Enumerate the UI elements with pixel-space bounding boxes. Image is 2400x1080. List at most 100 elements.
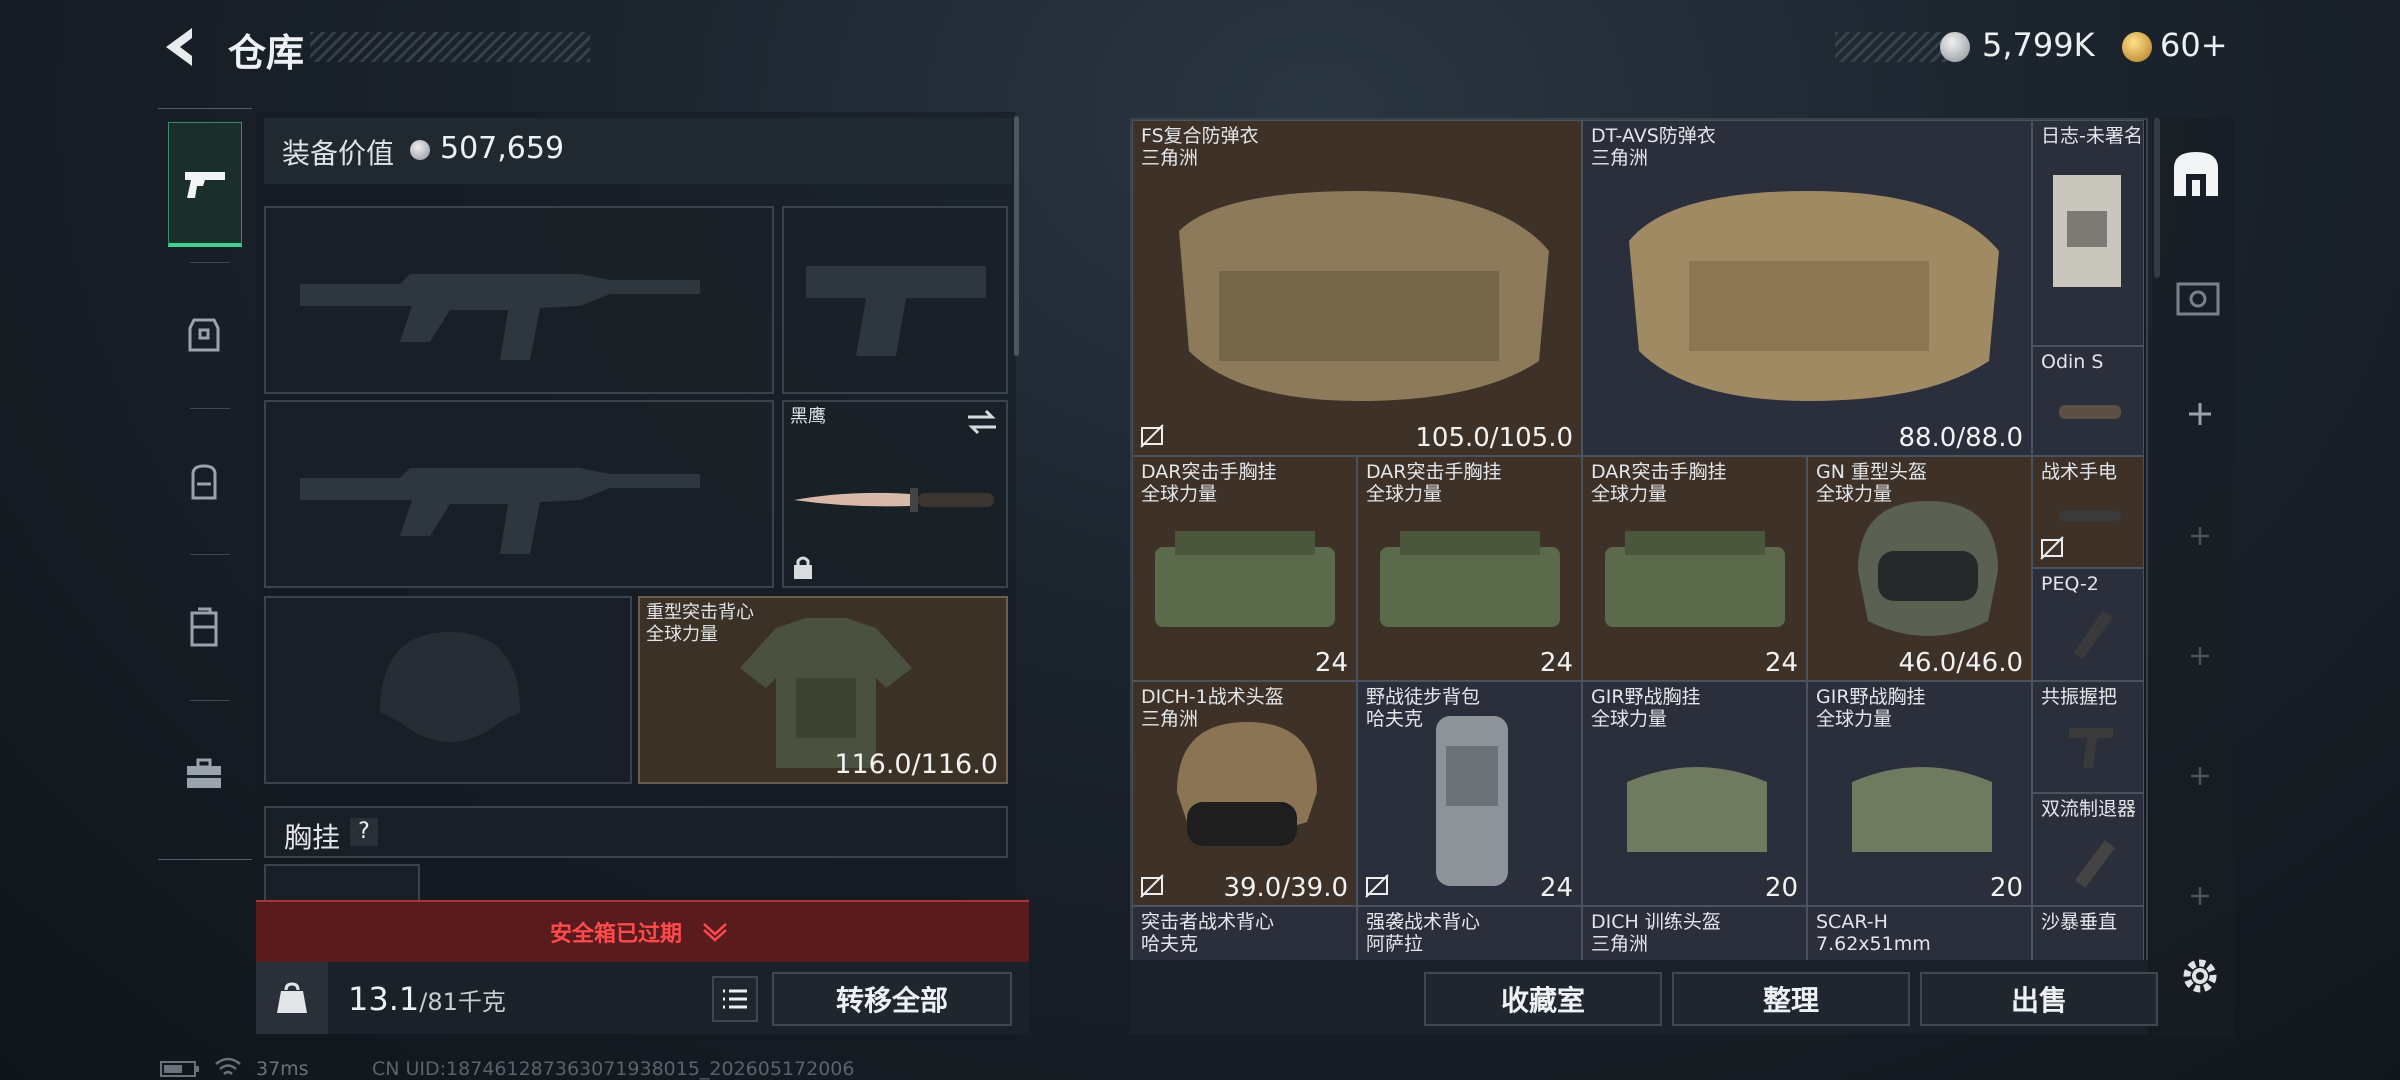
item-field-backpack[interactable]: 野战徒步背包 哈夫克 24 xyxy=(1357,681,1582,906)
tab-weapons[interactable] xyxy=(168,122,242,247)
silver-coin-icon xyxy=(1940,32,1970,62)
armor-durability: 116.0/116.0 xyxy=(834,749,998,780)
item-dich-training-helmet[interactable]: DICH 训练头盔 三角洲 xyxy=(1582,906,1807,962)
item-dich-1-helmet[interactable]: DICH-1战术头盔 三角洲 39.0/39.0 xyxy=(1132,681,1357,906)
battery-icon xyxy=(160,1061,199,1077)
item-peq-2[interactable]: PEQ-2 xyxy=(2032,568,2144,681)
add-tab-button[interactable] xyxy=(2188,884,2212,908)
helmet-icon xyxy=(1177,722,1317,846)
item-resonance-grip[interactable]: 共振握把 xyxy=(2032,681,2144,793)
gold-coin-icon xyxy=(2122,32,2152,62)
item-name: PEQ-2 xyxy=(2041,573,2099,595)
item-gn-helmet[interactable]: GN 重型头盔 全球力量 46.0/46.0 xyxy=(1807,456,2032,681)
armor-vest-icon xyxy=(1629,191,1999,401)
add-tab-button[interactable] xyxy=(2188,644,2212,668)
no-insure-icon xyxy=(1365,874,1389,898)
item-capacity: 24 xyxy=(1539,648,1573,678)
item-sandstorm-vertical[interactable]: 沙暴垂直 xyxy=(2032,906,2144,962)
item-name: 共振握把 xyxy=(2041,686,2118,708)
item-name: SCAR-H 7.62x51mm xyxy=(1816,911,1931,955)
item-scar-h[interactable]: SCAR-H 7.62x51mm xyxy=(1807,906,2032,962)
add-tab-button[interactable] xyxy=(2186,400,2214,428)
item-fs-armor[interactable]: FS复合防弹衣 三角洲 105.0/105.0 xyxy=(1132,120,1582,456)
ping-text: 37ms xyxy=(256,1058,309,1080)
item-assault-vest[interactable]: 突击者战术背心 哈夫克 xyxy=(1132,906,1357,962)
tab-case[interactable] xyxy=(168,568,240,688)
pistol-silhouette-icon xyxy=(806,266,986,356)
melee-slot[interactable]: 黑鹰 xyxy=(782,400,1008,588)
backpack-icon xyxy=(191,464,217,500)
no-insure-icon xyxy=(2040,536,2064,560)
stash-home-tab[interactable] xyxy=(2168,146,2224,202)
gold-currency-amount[interactable]: 60+ xyxy=(2160,26,2228,64)
plus-icon xyxy=(2191,527,2209,545)
equipment-scrollbar[interactable] xyxy=(1014,116,1019,356)
item-name: DICH 训练头盔 三角洲 xyxy=(1591,911,1721,955)
item-raid-vest[interactable]: 强袭战术背心 阿萨拉 xyxy=(1357,906,1582,962)
tab-toolbox[interactable] xyxy=(168,714,240,834)
swap-icon[interactable] xyxy=(966,408,998,436)
sell-button[interactable]: 出售 xyxy=(1920,972,2158,1026)
item-name: Odin S xyxy=(2041,351,2104,373)
item-dual-brake[interactable]: 双流制退器 xyxy=(2032,793,2144,906)
weight-max: /81千克 xyxy=(419,988,506,1016)
pistol-icon xyxy=(185,172,225,198)
primary-weapon-slot[interactable] xyxy=(264,206,774,394)
helmet-icon xyxy=(1858,501,1998,636)
item-name: DAR突击手胸挂 全球力量 xyxy=(1141,461,1277,505)
tab-armor[interactable] xyxy=(168,276,240,396)
vest-icon xyxy=(188,318,220,352)
chest-rig-icon xyxy=(1605,531,1785,627)
add-tab-button[interactable] xyxy=(2188,524,2212,548)
transfer-all-button[interactable]: 转移全部 xyxy=(772,972,1012,1026)
rail-divider xyxy=(190,700,230,701)
stash-tab-lv[interactable] xyxy=(2170,270,2224,320)
list-view-button[interactable] xyxy=(712,976,758,1022)
item-name: DAR突击手胸挂 全球力量 xyxy=(1366,461,1502,505)
secondary-weapon-slot[interactable] xyxy=(264,400,774,588)
item-dar-rig[interactable]: DAR突击手胸挂 全球力量 24 xyxy=(1132,456,1357,681)
case-icon xyxy=(2176,282,2220,316)
back-arrow-icon[interactable] xyxy=(158,24,204,70)
safe-box-expired-banner[interactable]: 安全箱已过期 xyxy=(256,900,1029,962)
item-gir-rig[interactable]: GIR野战胸挂 全球力量 20 xyxy=(1582,681,1807,906)
item-durability: 46.0/46.0 xyxy=(1898,648,2023,678)
add-tab-button[interactable] xyxy=(2188,764,2212,788)
document-icon xyxy=(2053,175,2121,287)
item-dar-rig[interactable]: DAR突击手胸挂 全球力量 24 xyxy=(1357,456,1582,681)
organize-button[interactable]: 整理 xyxy=(1672,972,1910,1026)
scope-icon xyxy=(2059,405,2121,419)
armor-slot[interactable]: 重型突击背心 全球力量 116.0/116.0 xyxy=(638,596,1008,784)
chest-rig-slot[interactable] xyxy=(264,864,420,904)
uid-text: CN UID:187461287363071938015_20260517200… xyxy=(372,1058,855,1080)
tab-backpack[interactable] xyxy=(168,422,240,542)
item-dt-avs-armor[interactable]: DT-AVS防弹衣 三角洲 88.0/88.0 xyxy=(1582,120,2032,456)
item-name: 日志-未署名 xyxy=(2041,125,2143,147)
weight-icon xyxy=(277,982,307,1013)
item-log[interactable]: 日志-未署名 xyxy=(2032,120,2144,346)
item-dar-rig[interactable]: DAR突击手胸挂 全球力量 24 xyxy=(1582,456,1807,681)
backpack-icon xyxy=(1436,716,1508,886)
rifle-silhouette-icon xyxy=(300,468,700,554)
item-gir-rig[interactable]: GIR野战胸挂 全球力量 20 xyxy=(1807,681,2032,906)
item-odin-s[interactable]: Odin S xyxy=(2032,346,2144,456)
grip-icon xyxy=(2069,728,2113,768)
rail-divider xyxy=(190,262,230,263)
chest-rig-label: 胸挂 xyxy=(284,821,341,854)
item-name: GIR野战胸挂 全球力量 xyxy=(1816,686,1926,730)
collection-room-button[interactable]: 收藏室 xyxy=(1424,972,1662,1026)
title-decoration xyxy=(310,32,590,62)
settings-button[interactable] xyxy=(2178,954,2222,998)
page-title: 仓库 xyxy=(228,31,305,75)
gear-icon xyxy=(2183,959,2217,993)
pistol-slot[interactable] xyxy=(782,206,1008,394)
chest-rig-icon xyxy=(1155,531,1335,627)
rifle-silhouette-icon xyxy=(300,274,700,360)
equipment-value-label: 装备价值 xyxy=(282,137,395,170)
muzzle-brake-icon xyxy=(2075,840,2115,888)
item-tactical-flashlight[interactable]: 战术手电 xyxy=(2032,456,2144,568)
plus-icon xyxy=(2191,767,2209,785)
help-icon[interactable]: ? xyxy=(350,818,378,846)
rail-divider xyxy=(190,408,230,409)
helmet-slot[interactable] xyxy=(264,596,632,784)
